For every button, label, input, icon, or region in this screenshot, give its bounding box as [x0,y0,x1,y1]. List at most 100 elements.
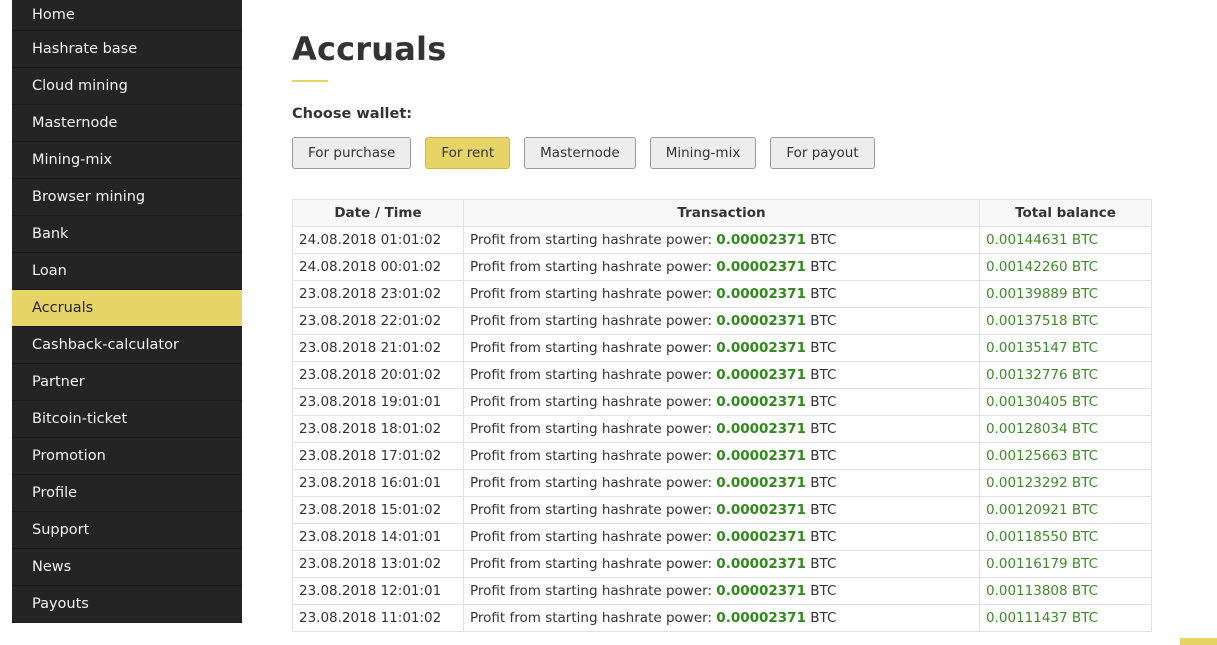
accruals-table: Date / Time Transaction Total balance 24… [292,199,1152,632]
transaction-prefix: Profit from starting hashrate power: [470,313,712,329]
wallet-button-for-payout[interactable]: For payout [770,137,875,169]
cell-total-balance: 0.00111437 BTC [979,604,1152,632]
sidebar-item-accruals[interactable]: Accruals [12,290,242,327]
sidebar-item-hashrate-base[interactable]: Hashrate base [12,31,242,68]
cell-total-balance: 0.00139889 BTC [979,280,1152,308]
transaction-amount: 0.00002371 [716,232,806,248]
sidebar-item-label: News [32,559,72,575]
cell-total-balance: 0.00130405 BTC [979,388,1152,416]
transaction-prefix: Profit from starting hashrate power: [470,286,712,302]
transaction-amount: 0.00002371 [716,556,806,572]
cell-total-balance: 0.00118550 BTC [979,523,1152,551]
transaction-currency: BTC [810,529,837,545]
cell-date: 23.08.2018 21:01:02 [292,334,464,362]
transaction-prefix: Profit from starting hashrate power: [470,556,712,572]
transaction-currency: BTC [810,421,837,437]
sidebar-item-bitcoin-ticket[interactable]: Bitcoin-ticket [12,401,242,438]
sidebar-item-partner[interactable]: Partner [12,364,242,401]
cell-transaction: Profit from starting hashrate power: 0.0… [463,415,980,443]
transaction-prefix: Profit from starting hashrate power: [470,502,712,518]
transaction-prefix: Profit from starting hashrate power: [470,448,712,464]
sidebar-item-profile[interactable]: Profile [12,475,242,512]
transaction-currency: BTC [810,556,837,572]
transaction-currency: BTC [810,367,837,383]
sidebar-item-news[interactable]: News [12,549,242,586]
sidebar-item-browser-mining[interactable]: Browser mining [12,179,242,216]
cell-total-balance: 0.00135147 BTC [979,334,1152,362]
sidebar-item-label: Partner [32,374,85,390]
transaction-prefix: Profit from starting hashrate power: [470,232,712,248]
cell-date: 23.08.2018 18:01:02 [292,415,464,443]
transaction-prefix: Profit from starting hashrate power: [470,394,712,410]
transaction-currency: BTC [810,475,837,491]
table-row: 23.08.2018 15:01:02 Profit from starting … [292,496,1152,524]
sidebar-item-payouts[interactable]: Payouts [12,586,242,623]
transaction-currency: BTC [810,232,837,248]
transaction-amount: 0.00002371 [716,475,806,491]
wallet-button-for-rent[interactable]: For rent [425,137,511,169]
scroll-to-top-button[interactable] [1180,638,1217,645]
sidebar-item-loan[interactable]: Loan [12,253,242,290]
header-transaction: Transaction [463,199,980,227]
transaction-amount: 0.00002371 [716,529,806,545]
cell-total-balance: 0.00142260 BTC [979,253,1152,281]
transaction-prefix: Profit from starting hashrate power: [470,475,712,491]
wallet-button-masternode[interactable]: Masternode [524,137,636,169]
sidebar-item-label: Accruals [32,300,94,316]
table-row: 23.08.2018 22:01:02 Profit from starting … [292,307,1152,335]
cell-transaction: Profit from starting hashrate power: 0.0… [463,496,980,524]
sidebar-item-masternode[interactable]: Masternode [12,105,242,142]
transaction-amount: 0.00002371 [716,610,806,626]
wallet-button-for-purchase[interactable]: For purchase [292,137,412,169]
transaction-prefix: Profit from starting hashrate power: [470,529,712,545]
transaction-amount: 0.00002371 [716,259,806,275]
sidebar-item-label: Profile [32,485,78,501]
cell-transaction: Profit from starting hashrate power: 0.0… [463,388,980,416]
cell-date: 23.08.2018 11:01:02 [292,604,464,632]
cell-date: 23.08.2018 14:01:01 [292,523,464,551]
cell-transaction: Profit from starting hashrate power: 0.0… [463,577,980,605]
transaction-amount: 0.00002371 [716,367,806,383]
cell-date: 24.08.2018 01:01:02 [292,226,464,254]
transaction-prefix: Profit from starting hashrate power: [470,367,712,383]
sidebar-item-support[interactable]: Support [12,512,242,549]
cell-transaction: Profit from starting hashrate power: 0.0… [463,523,980,551]
header-total-balance: Total balance [979,199,1152,227]
sidebar-item-label: Browser mining [32,189,146,205]
sidebar-item-label: Cloud mining [32,78,128,94]
sidebar-item-label: Mining-mix [32,152,113,168]
transaction-amount: 0.00002371 [716,583,806,599]
transaction-amount: 0.00002371 [716,421,806,437]
sidebar-item-label: Bitcoin-ticket [32,411,128,427]
table-row: 23.08.2018 11:01:02 Profit from starting … [292,604,1152,632]
sidebar-nav: Home Hashrate base Cloud mining Masternode M… [12,0,242,623]
table-row: 23.08.2018 17:01:02 Profit from starting … [292,442,1152,470]
cell-transaction: Profit from starting hashrate power: 0.0… [463,307,980,335]
table-row: 23.08.2018 19:01:01 Profit from starting … [292,388,1152,416]
cell-total-balance: 0.00113808 BTC [979,577,1152,605]
cell-transaction: Profit from starting hashrate power: 0.0… [463,469,980,497]
sidebar-item-bank[interactable]: Bank [12,216,242,253]
transaction-currency: BTC [810,448,837,464]
sidebar-item-promotion[interactable]: Promotion [12,438,242,475]
cell-total-balance: 0.00123292 BTC [979,469,1152,497]
sidebar-item-home[interactable]: Home [12,0,242,31]
table-header-row: Date / Time Transaction Total balance [292,199,1152,227]
sidebar-item-label: Support [32,522,90,538]
cell-date: 23.08.2018 23:01:02 [292,280,464,308]
sidebar-item-cloud-mining[interactable]: Cloud mining [12,68,242,105]
sidebar-item-cashback-calculator[interactable]: Cashback-calculator [12,327,242,364]
transaction-currency: BTC [810,610,837,626]
sidebar-item-mining-mix[interactable]: Mining-mix [12,142,242,179]
transaction-prefix: Profit from starting hashrate power: [470,421,712,437]
wallet-button-mining-mix[interactable]: Mining-mix [649,137,757,169]
sidebar-item-label: Cashback-calculator [32,337,179,353]
cell-total-balance: 0.00144631 BTC [979,226,1152,254]
sidebar-item-label: Bank [32,226,69,242]
cell-transaction: Profit from starting hashrate power: 0.0… [463,442,980,470]
sidebar-item-label: Promotion [32,448,106,464]
cell-transaction: Profit from starting hashrate power: 0.0… [463,334,980,362]
cell-date: 23.08.2018 13:01:02 [292,550,464,578]
transaction-amount: 0.00002371 [716,340,806,356]
cell-total-balance: 0.00128034 BTC [979,415,1152,443]
